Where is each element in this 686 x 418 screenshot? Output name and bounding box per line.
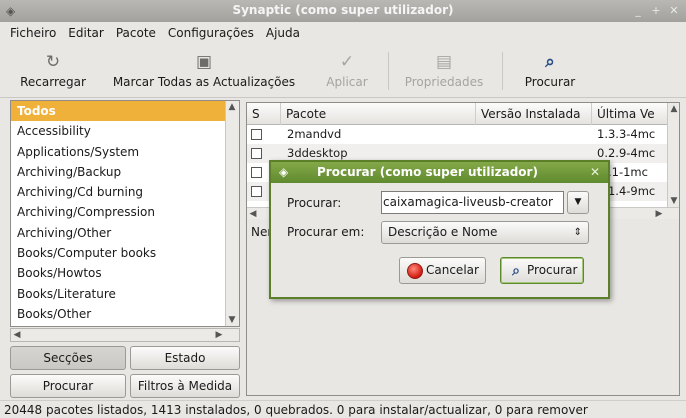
package-checkbox[interactable]: [251, 186, 262, 197]
section-item[interactable]: Books/Other: [11, 304, 239, 324]
dialog-search-button[interactable]: ⌕ Procurar: [500, 257, 585, 284]
packages-vertical-scrollbar[interactable]: ▲ ▼: [667, 103, 679, 207]
search-field-label: Procurar:: [287, 196, 342, 210]
search-icon: ⌕: [545, 52, 555, 72]
title-bar: ◈ Synaptic (como super utilizador) _ + ✕: [0, 0, 686, 22]
status-bar: 20448 pacotes listados, 1413 instalados,…: [0, 400, 686, 418]
sections-vertical-scrollbar[interactable]: ▲ ▼: [225, 101, 239, 326]
scroll-down-icon[interactable]: ▼: [668, 195, 680, 207]
search-results-filter-button[interactable]: Procurar: [10, 374, 126, 398]
package-checkbox[interactable]: [251, 148, 262, 159]
search-button[interactable]: ⌕ Procurar: [512, 50, 588, 94]
properties-label: Propriedades: [404, 75, 484, 89]
sections-list: Todos Accessibility Applications/System …: [10, 100, 240, 327]
cancel-label: Cancelar: [426, 263, 479, 277]
search-in-value: Descrição e Nome: [388, 225, 498, 239]
scroll-up-icon[interactable]: ▲: [668, 103, 680, 115]
reload-button[interactable]: ↻ Recarregar: [10, 50, 96, 94]
mark-all-upgrades-button[interactable]: ▣ Marcar Todas as Actualizações: [106, 50, 302, 94]
search-icon: ⌕: [512, 263, 520, 279]
dialog-app-icon: ◈: [279, 165, 289, 179]
status-filter-button[interactable]: Estado: [130, 346, 240, 370]
menu-configuracoes[interactable]: Configurações: [162, 26, 260, 40]
status-filter-label: Estado: [164, 351, 206, 365]
scroll-right-icon[interactable]: ▶: [653, 208, 665, 220]
cancel-button[interactable]: Cancelar: [399, 257, 486, 284]
dialog-title: Procurar (como super utilizador): [317, 165, 538, 179]
package-checkbox[interactable]: [251, 129, 262, 140]
window-title: Synaptic (como super utilizador): [232, 3, 454, 17]
properties-icon: ▤: [435, 52, 453, 72]
sections-filter-label: Secções: [43, 351, 93, 365]
search-in-select[interactable]: Descrição e Nome ⇕: [381, 221, 589, 244]
column-status[interactable]: S: [247, 103, 281, 125]
menu-ajuda[interactable]: Ajuda: [260, 26, 306, 40]
close-icon[interactable]: ✕: [666, 3, 682, 19]
section-item[interactable]: Archiving/Backup: [11, 162, 239, 182]
section-item[interactable]: Books/Howtos: [11, 263, 239, 283]
scroll-down-icon[interactable]: ▼: [226, 314, 238, 326]
search-history-dropdown[interactable]: ▼: [567, 191, 589, 214]
reload-icon: ↻: [45, 52, 61, 72]
section-item[interactable]: Books/Computer books: [11, 243, 239, 263]
custom-filters-button[interactable]: Filtros à Medida: [130, 374, 240, 398]
sections-filter-button[interactable]: Secções: [10, 346, 126, 370]
chevron-down-icon: ▼: [574, 197, 582, 207]
column-package[interactable]: Pacote: [281, 103, 476, 125]
section-item[interactable]: Books/Literature: [11, 284, 239, 304]
package-checkbox[interactable]: [251, 167, 262, 178]
menu-ficheiro[interactable]: Ficheiro: [4, 26, 62, 40]
menu-editar[interactable]: Editar: [62, 26, 110, 40]
cancel-icon: [407, 263, 423, 279]
search-results-filter-label: Procurar: [42, 379, 94, 393]
section-item[interactable]: Accessibility: [11, 121, 239, 141]
window-controls: _ + ✕: [630, 3, 682, 19]
scroll-up-icon[interactable]: ▲: [226, 101, 238, 113]
dialog-title-bar: ◈ Procurar (como super utilizador) ✕: [271, 162, 608, 183]
reload-label: Recarregar: [20, 75, 86, 89]
section-item[interactable]: Archiving/Cd burning: [11, 182, 239, 202]
toolbar-separator: [502, 52, 503, 90]
apply-check-icon: ✓: [339, 52, 355, 72]
properties-button[interactable]: ▤ Propriedades: [398, 50, 490, 94]
mark-all-label: Marcar Todas as Actualizações: [112, 75, 296, 89]
sections-horizontal-scrollbar[interactable]: ◀ ▶: [10, 328, 240, 342]
table-header: S Pacote Versão Instalada Última Ve: [247, 103, 667, 125]
section-item[interactable]: Archiving/Compression: [11, 202, 239, 222]
section-item[interactable]: Applications/System: [11, 142, 239, 162]
search-in-label: Procurar em:: [287, 225, 365, 239]
search-input[interactable]: caixamagica-liveusb-creator: [381, 191, 564, 214]
table-row[interactable]: 2mandvd 1.3.3-4mc: [247, 125, 667, 144]
package-name: 2mandvd: [287, 127, 342, 141]
minimize-icon[interactable]: _: [630, 3, 646, 19]
section-item[interactable]: Archiving/Other: [11, 223, 239, 243]
maximize-icon[interactable]: +: [648, 3, 664, 19]
menu-pacote[interactable]: Pacote: [110, 26, 162, 40]
toolbar-separator: [388, 52, 389, 90]
custom-filters-label: Filtros à Medida: [137, 379, 233, 393]
scroll-left-icon[interactable]: ◀: [11, 329, 23, 341]
menu-bar: Ficheiro Editar Pacote Configurações Aju…: [0, 22, 686, 44]
search-label: Procurar: [524, 75, 576, 89]
mark-upgrades-icon: ▣: [195, 52, 213, 72]
dialog-search-label: Procurar: [527, 263, 578, 277]
dialog-close-icon[interactable]: ✕: [587, 162, 603, 183]
updown-arrows-icon: ⇕: [573, 227, 582, 238]
column-latest-version[interactable]: Última Ve: [592, 103, 667, 125]
search-dialog: ◈ Procurar (como super utilizador) ✕ Pro…: [269, 160, 610, 299]
apply-button[interactable]: ✓ Aplicar: [320, 50, 374, 94]
column-installed-version[interactable]: Versão Instalada: [476, 103, 592, 125]
apply-label: Aplicar: [326, 75, 368, 89]
section-item-todos[interactable]: Todos: [11, 101, 239, 122]
latest-version: 1.3.3-4mc: [597, 127, 656, 141]
scroll-right-icon[interactable]: ▶: [213, 329, 225, 341]
scroll-left-icon[interactable]: ◀: [247, 208, 259, 220]
toolbar: ↻ Recarregar ▣ Marcar Todas as Actualiza…: [0, 44, 686, 98]
